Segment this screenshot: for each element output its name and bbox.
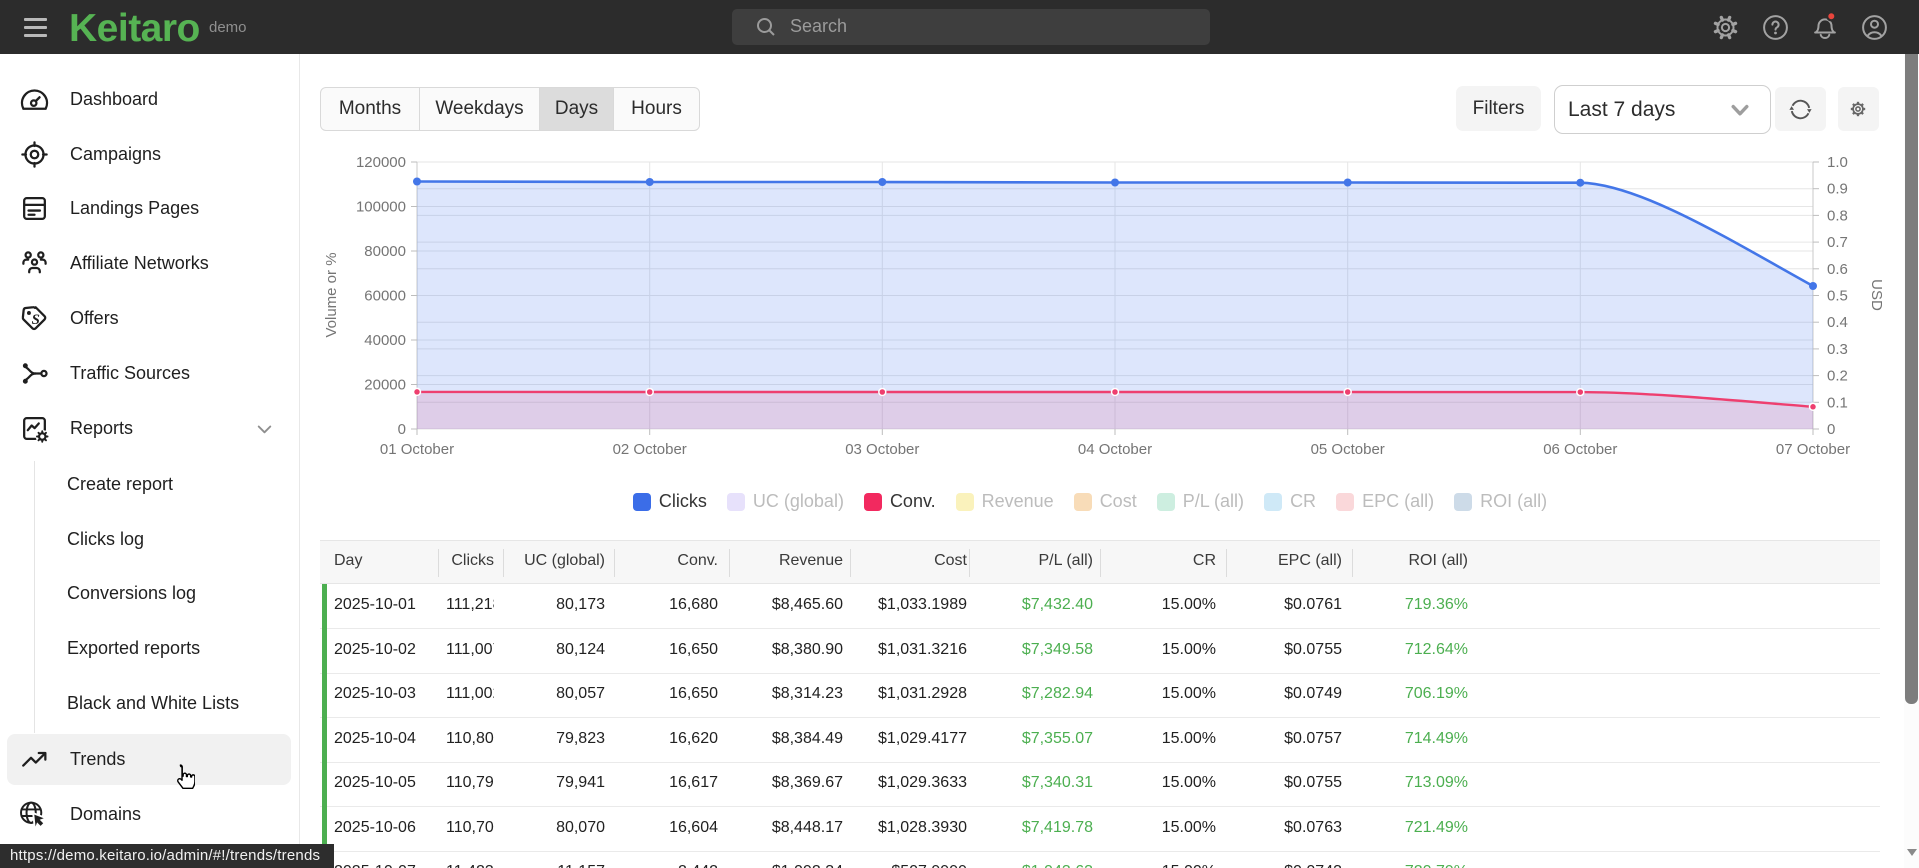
svg-text:20000: 20000	[364, 377, 406, 394]
svg-text:0: 0	[398, 421, 406, 438]
svg-text:USD: USD	[1868, 279, 1885, 311]
svg-text:0.5: 0.5	[1827, 288, 1848, 305]
svg-text:01 October: 01 October	[380, 441, 454, 458]
svg-text:02 October: 02 October	[613, 441, 687, 458]
svg-text:04 October: 04 October	[1078, 441, 1152, 458]
svg-text:Volume or %: Volume or %	[323, 252, 340, 337]
svg-text:1.0: 1.0	[1827, 154, 1848, 171]
svg-text:100000: 100000	[356, 199, 406, 216]
svg-text:05 October: 05 October	[1311, 441, 1385, 458]
svg-text:0.9: 0.9	[1827, 181, 1848, 198]
svg-text:0: 0	[1827, 421, 1835, 438]
svg-text:0.8: 0.8	[1827, 207, 1848, 224]
svg-text:80000: 80000	[364, 243, 406, 260]
svg-text:0.2: 0.2	[1827, 368, 1848, 385]
svg-text:120000: 120000	[356, 154, 406, 171]
svg-text:40000: 40000	[364, 332, 406, 349]
svg-text:0.4: 0.4	[1827, 314, 1848, 331]
svg-text:0.3: 0.3	[1827, 341, 1848, 358]
svg-text:07 October: 07 October	[1776, 441, 1850, 458]
svg-text:60000: 60000	[364, 288, 406, 305]
svg-text:0.6: 0.6	[1827, 261, 1848, 278]
svg-text:06 October: 06 October	[1543, 441, 1617, 458]
svg-text:0.7: 0.7	[1827, 234, 1848, 251]
svg-text:0.1: 0.1	[1827, 394, 1848, 411]
svg-text:03 October: 03 October	[845, 441, 919, 458]
svg-text:S: S	[32, 312, 40, 328]
